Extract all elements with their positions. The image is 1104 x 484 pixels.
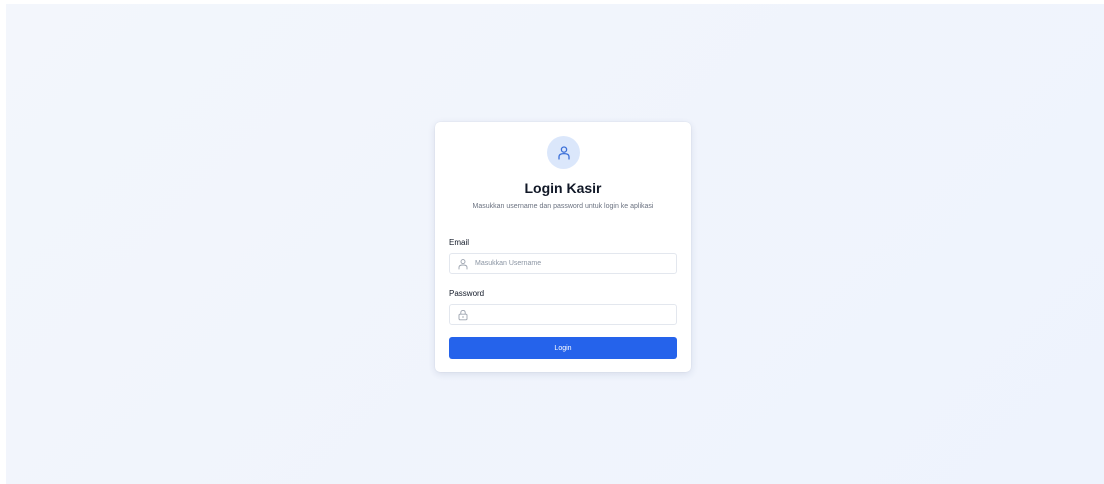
lock-icon xyxy=(458,309,468,321)
email-label: Email xyxy=(449,238,470,247)
email-placeholder: Masukkan Username xyxy=(475,260,542,267)
page-title: Login Kasir xyxy=(524,180,602,196)
avatar xyxy=(547,136,580,169)
page-subtitle: Masukkan username dan password untuk log… xyxy=(472,203,654,210)
page-background: Login Kasir Masukkan username dan passwo… xyxy=(6,4,1104,484)
user-icon xyxy=(557,145,570,160)
login-button[interactable]: Login xyxy=(449,337,677,359)
password-label: Password xyxy=(449,289,485,298)
email-field[interactable]: Masukkan Username xyxy=(449,253,677,274)
login-card: Login Kasir Masukkan username dan passwo… xyxy=(435,122,691,372)
user-icon xyxy=(458,259,468,270)
password-field[interactable] xyxy=(449,304,677,325)
